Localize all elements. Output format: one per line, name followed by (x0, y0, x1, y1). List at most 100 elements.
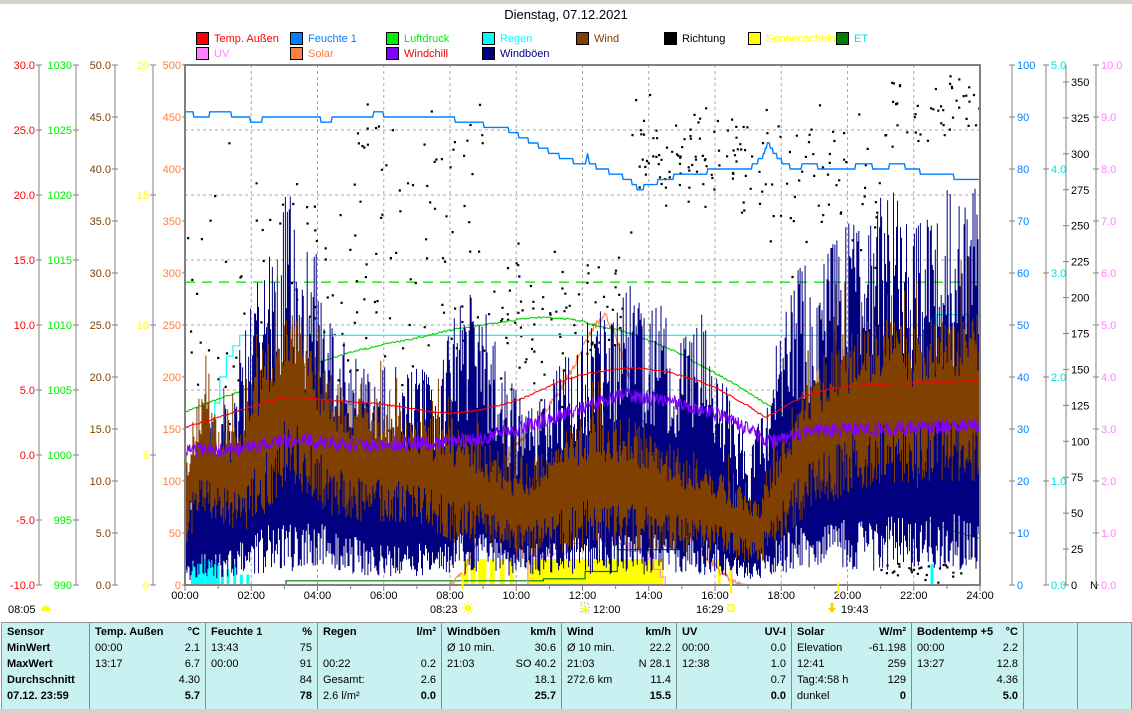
legend-label: ET (854, 33, 868, 45)
table-row: 07.12. 23:59 (2, 688, 89, 704)
axis-tick-label: 10 (137, 320, 149, 332)
table-row: Bodentemp +5°C (912, 624, 1023, 640)
table-row: 00:002.2 (912, 640, 1023, 656)
axis-tick-label: 35.0 (90, 216, 111, 228)
axis-tick-label: 5.0 (20, 385, 35, 397)
legend-item-wind: Wind (576, 32, 619, 45)
axis-tick-label: 40 (1017, 372, 1029, 384)
window-bottom-edge (0, 709, 1132, 714)
table-row: dunkel0 (792, 688, 911, 704)
table-cell: 1.0 (771, 656, 786, 672)
table-row (1024, 624, 1077, 640)
table-row: 84 (206, 672, 317, 688)
axis-tick-label: 990 (54, 580, 72, 592)
axis-tick-label: 250 (1071, 221, 1089, 233)
weather-chart: °C-10.0-5.00.05.010.015.020.025.030.0hPa… (0, 60, 1132, 620)
axis-tick-label: 4.0 (1051, 164, 1066, 176)
table-cell: 78 (300, 688, 312, 704)
axis-tick-label: 50 (1071, 508, 1083, 520)
legend-label: Windchill (404, 48, 448, 60)
axis-tick-label: 350 (163, 216, 181, 228)
axis-tick-label: 20 (137, 60, 149, 72)
axis-tick-label: 1010 (48, 320, 72, 332)
table-cell: 11.4 (650, 672, 671, 688)
table-cell: Sensor (7, 624, 44, 640)
legend-swatch (482, 47, 495, 60)
table-cell: Bodentemp +5 (917, 624, 993, 640)
axis-tick-label: 125 (1071, 400, 1089, 412)
table-row: 15.5 (562, 688, 676, 704)
legend-label: Feuchte 1 (308, 33, 357, 45)
axis-tick-label: 100 (1017, 60, 1035, 72)
table-cell: 00:22 (323, 656, 351, 672)
table-cell: Windböen (447, 624, 500, 640)
table-row: 13:176.7 (90, 656, 205, 672)
axis-tick-label: 15 (137, 190, 149, 202)
axis-tick-label: 225 (1071, 257, 1089, 269)
table-row (1078, 656, 1129, 672)
x-tick-label: 22:00 (900, 590, 928, 602)
axis-tick-label: 300 (163, 268, 181, 280)
stats-table: SensorMinWertMaxWertDurchschnitt07.12. 2… (1, 622, 1132, 710)
table-row (1078, 672, 1129, 688)
x-tick-label: 14:00 (635, 590, 663, 602)
table-row: 12:381.0 (677, 656, 791, 672)
weather-app-window: Dienstag, 07.12.2021 Temp. AußenFeuchte … (0, 0, 1132, 714)
table-cell: Regen (323, 624, 357, 640)
legend-label: UV (214, 48, 229, 60)
axis-tick-label: 150 (163, 424, 181, 436)
axis-tick-label: 0 (143, 580, 149, 592)
table-row (1078, 688, 1129, 704)
table-cell: 0.0 (771, 640, 786, 656)
axis-tick-label: 9.0 (1101, 112, 1116, 124)
legend-label: Regen (500, 33, 532, 45)
axis-tick-label: 450 (163, 112, 181, 124)
table-cell: 0.7 (771, 672, 786, 688)
axis-tick-label: 2.0 (1051, 372, 1066, 384)
table-cell: 6.7 (185, 656, 200, 672)
legend-swatch (836, 32, 849, 45)
legend-swatch (290, 32, 303, 45)
axis-tick-label: 1025 (48, 125, 72, 137)
table-cell: Ø 10 min. (567, 640, 615, 656)
axis-tick-label: 300 (1071, 149, 1089, 161)
legend-item-windb-en: Windböen (482, 47, 550, 60)
table-cell: 0.0 (421, 688, 436, 704)
axis-tick-label: 1015 (48, 255, 72, 267)
table-cell: 12:41 (797, 656, 825, 672)
table-cell: 18.1 (535, 672, 556, 688)
axis-tick-label: 3.0 (1101, 424, 1116, 436)
table-cell: % (302, 624, 312, 640)
legend-item-sonnenschein: Sonnenschein (748, 32, 836, 45)
axis-tick-label: 90 (1017, 112, 1029, 124)
axis-tick-label: 30.0 (14, 60, 35, 72)
table-column: SolarW/m²Elevation-61.19812:41259Tag:4:5… (792, 623, 912, 709)
table-row: Temp. Außen°C (90, 624, 205, 640)
table-row: 0.0 (677, 688, 791, 704)
arrow-down-icon (828, 603, 836, 613)
axis-compass-label: N (1090, 580, 1098, 592)
table-row: 13:4375 (206, 640, 317, 656)
table-row: 00:220.2 (318, 656, 441, 672)
axis-tick-label: -10.0 (10, 580, 35, 592)
table-cell: 13:43 (211, 640, 239, 656)
axis-tick-label: 25 (1071, 544, 1083, 556)
axis-tick-label: 7.0 (1101, 216, 1116, 228)
sun-icon (462, 602, 474, 614)
table-row: 18.1 (442, 672, 561, 688)
axis-tick-label: 10.0 (90, 476, 111, 488)
table-column: UVUV-I00:000.012:381.00.70.0 (677, 623, 792, 709)
legend-item-windchill: Windchill (386, 47, 448, 60)
axis-tick-label: 25.0 (14, 125, 35, 137)
legend-swatch (290, 47, 303, 60)
table-cell: 84 (300, 672, 312, 688)
x-tick-label: 12:00 (569, 590, 597, 602)
table-cell: 2.6 (421, 672, 436, 688)
table-cell: 0 (900, 688, 906, 704)
axis-tick-label: 25.0 (90, 320, 111, 332)
axis-tick-label: 325 (1071, 113, 1089, 125)
legend-item-uv: UV (196, 47, 229, 60)
legend-item-regen: Regen (482, 32, 532, 45)
x-tick-label: 16:00 (701, 590, 729, 602)
x-tick-label: 08:00 (436, 590, 464, 602)
